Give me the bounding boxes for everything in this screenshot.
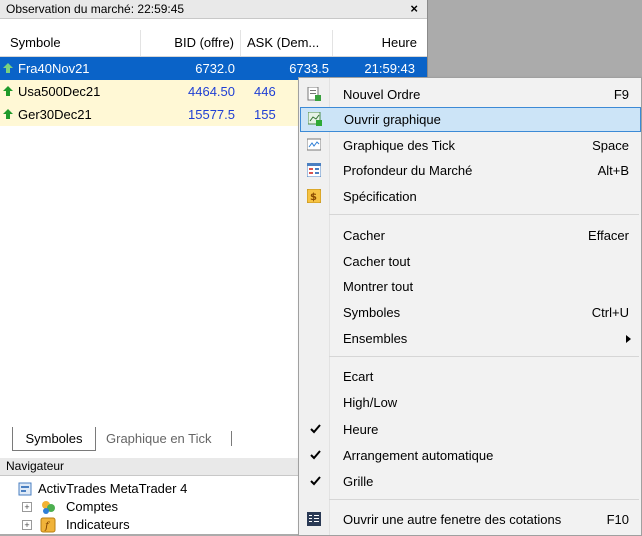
market-watch-title: Observation du marché: 22:59:45: [6, 2, 185, 16]
navigator-root-label: ActivTrades MetaTrader 4: [38, 481, 188, 496]
indicators-icon: f: [40, 517, 56, 533]
ask-cell: 155: [254, 107, 276, 122]
context-menu: Nouvel Ordre F9 Ouvrir graphique Graphiq…: [298, 77, 642, 536]
navigator-title: Navigateur: [6, 459, 65, 473]
bid-cell: 6732.0: [195, 61, 235, 76]
menu-item-arrangement-automatique[interactable]: Arrangement automatique: [299, 443, 641, 468]
navigator-item-label: Comptes: [66, 499, 119, 514]
column-header-ask[interactable]: ASK (Dem...: [241, 30, 333, 56]
symbol-cell: Usa500Dec21: [18, 84, 101, 99]
menu-item-ouvrir-graphique[interactable]: Ouvrir graphique: [300, 107, 641, 132]
expand-icon[interactable]: +: [22, 520, 32, 530]
market-watch-titlebar: Observation du marché: 22:59:45 ×: [0, 0, 427, 19]
menu-item-high-low[interactable]: High/Low: [299, 390, 641, 415]
menu-item-cacher-tout[interactable]: Cacher tout: [299, 249, 641, 274]
svg-text:$: $: [310, 192, 317, 203]
arrow-up-icon: [3, 63, 13, 73]
table-header: Symbole BID (offre) ASK (Dem... Heure: [0, 30, 427, 57]
menu-separator: [329, 214, 639, 215]
specification-icon: $: [307, 189, 321, 203]
menu-item-specification[interactable]: $ Spécification: [299, 184, 641, 209]
terminal-icon: [18, 482, 32, 496]
menu-item-graphique-des-tick[interactable]: Graphique des Tick Space: [299, 133, 641, 158]
column-header-time[interactable]: Heure: [333, 30, 427, 56]
menu-item-heure[interactable]: Heure: [299, 417, 641, 442]
menu-item-grille[interactable]: Grille: [299, 469, 641, 494]
ask-cell: 446: [254, 84, 276, 99]
quotes-window-icon: [307, 512, 321, 526]
tab-symboles[interactable]: Symboles: [12, 427, 96, 451]
menu-separator: [329, 356, 639, 357]
symbol-cell: Ger30Dec21: [18, 107, 92, 122]
menu-item-nouvel-ordre[interactable]: Nouvel Ordre F9: [299, 82, 641, 107]
bid-cell: 4464.50: [188, 84, 235, 99]
open-chart-icon: [308, 112, 322, 126]
accounts-icon: [42, 501, 55, 514]
menu-item-montrer-tout[interactable]: Montrer tout: [299, 274, 641, 299]
column-header-bid[interactable]: BID (offre): [141, 30, 241, 56]
column-header-symbol[interactable]: Symbole: [0, 30, 141, 56]
checkmark-icon: [310, 476, 321, 486]
menu-item-symboles[interactable]: Symboles Ctrl+U: [299, 300, 641, 325]
arrow-up-icon: [3, 86, 13, 96]
navigator-item-label: Indicateurs: [66, 517, 130, 532]
submenu-arrow-icon: [626, 335, 631, 343]
symbol-cell: Fra40Nov21: [18, 61, 90, 76]
checkmark-icon: [310, 424, 321, 434]
arrow-up-icon: [3, 109, 13, 119]
menu-item-profondeur-du-marche[interactable]: Profondeur du Marché Alt+B: [299, 158, 641, 183]
bid-cell: 15577.5: [188, 107, 235, 122]
new-order-icon: [307, 87, 321, 101]
close-icon[interactable]: ×: [410, 0, 418, 18]
menu-separator: [329, 499, 639, 500]
menu-item-ecart[interactable]: Ecart: [299, 364, 641, 389]
menu-item-ensembles[interactable]: Ensembles: [299, 326, 641, 351]
menu-item-cacher[interactable]: Cacher Effacer: [299, 223, 641, 248]
tick-chart-icon: [307, 138, 321, 151]
expand-icon[interactable]: +: [22, 502, 32, 512]
tab-graphique-en-tick[interactable]: Graphique en Tick: [98, 427, 220, 450]
menu-item-autre-fenetre-cotations[interactable]: Ouvrir une autre fenetre des cotations F…: [299, 507, 641, 532]
market-depth-icon: [307, 163, 321, 177]
checkmark-icon: [310, 450, 321, 460]
tab-divider: [231, 431, 232, 446]
